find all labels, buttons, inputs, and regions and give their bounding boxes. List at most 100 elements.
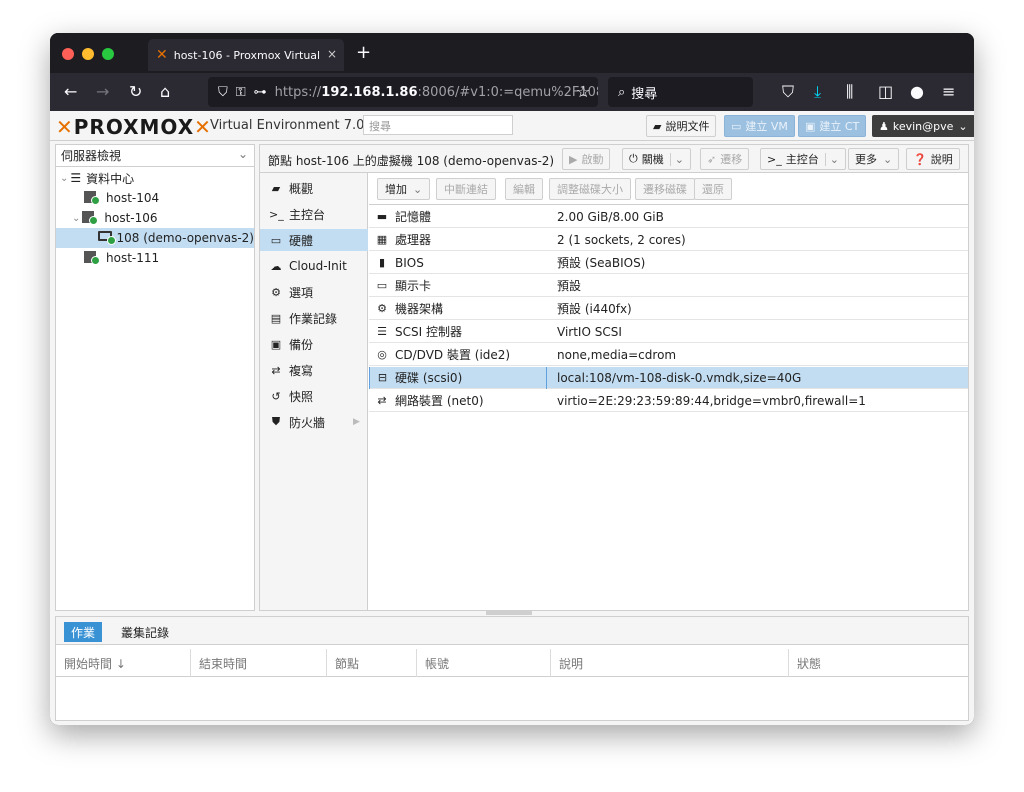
sidebar-icon[interactable]: ◫: [878, 82, 893, 102]
column-end-time[interactable]: 結束時間: [191, 649, 327, 677]
hdd-icon: ⊟: [369, 366, 395, 389]
library-icon[interactable]: ⫼: [846, 82, 853, 102]
minimize-window-button[interactable]: [82, 48, 94, 60]
migrate-button[interactable]: ➶ 遷移: [700, 148, 750, 170]
more-button[interactable]: 更多 ⌄: [848, 148, 900, 170]
tab-cluster-log[interactable]: 叢集記錄: [114, 622, 176, 642]
column-user[interactable]: 帳號: [417, 649, 551, 677]
collapse-icon[interactable]: ⌄: [72, 213, 80, 224]
task-log-panel: 作業 叢集記錄 開始時間 ↓ 結束時間 節點 帳號 說明 狀態: [55, 616, 969, 721]
bookmark-star-icon[interactable]: ☆: [576, 82, 590, 102]
column-start-time[interactable]: 開始時間 ↓: [56, 649, 191, 677]
hardware-row-display[interactable]: ▭ 顯示卡 預設: [369, 275, 968, 297]
start-button[interactable]: ▶ 啟動: [562, 148, 611, 170]
host-online-icon: [84, 191, 100, 205]
back-icon[interactable]: ←: [64, 82, 77, 102]
tree-item-host-106[interactable]: ⌄ host-106: [56, 208, 254, 228]
column-description[interactable]: 說明: [551, 649, 789, 677]
collapse-icon[interactable]: ⌄: [60, 173, 68, 184]
edit-button[interactable]: 編輯: [505, 178, 543, 200]
create-vm-button[interactable]: ▭ 建立 VM: [724, 115, 795, 137]
menu-item-task-history[interactable]: ▤ 作業記錄: [260, 307, 368, 329]
user-menu-button[interactable]: ♟ kevin@pve ⌄: [872, 115, 974, 137]
chevron-down-icon[interactable]: ⌄: [824, 152, 839, 166]
hardware-row-hard-disk[interactable]: ⊟ 硬碟 (scsi0) local:108/vm-108-disk-0.vmdk,…: [369, 366, 968, 389]
menu-item-label: 備份: [289, 337, 314, 352]
column-status[interactable]: 狀態: [789, 649, 968, 677]
close-window-button[interactable]: [62, 48, 74, 60]
browser-titlebar: ✕ host-106 - Proxmox Virtual Envi × +: [50, 33, 974, 73]
chevron-down-icon: ⌄: [883, 152, 893, 166]
chevron-down-icon[interactable]: ⌄: [669, 152, 684, 166]
hardware-row-cdrom[interactable]: ◎ CD/DVD 裝置 (ide2) none,media=cdrom: [369, 344, 968, 366]
floppy-icon: ▣: [270, 337, 282, 351]
tab-close-icon[interactable]: ×: [327, 47, 337, 61]
shield-icon[interactable]: ⛉: [218, 85, 228, 100]
help-button[interactable]: ❓ 說明: [906, 148, 960, 170]
browser-tab[interactable]: ✕ host-106 - Proxmox Virtual Envi ×: [148, 39, 344, 71]
tree-item-datacenter[interactable]: ⌄ ☰ 資料中心: [56, 168, 254, 188]
menu-item-console[interactable]: >_ 主控台: [260, 203, 368, 225]
tree-item-label: 108 (demo-openvas-2): [116, 231, 254, 245]
vm-running-icon: [98, 231, 116, 245]
home-icon[interactable]: ⌂: [160, 82, 170, 102]
hardware-value: none,media=cdrom: [557, 347, 677, 362]
proxmox-x-icon: ✕: [56, 115, 74, 139]
menu-item-hardware[interactable]: ▭ 硬體: [260, 229, 368, 251]
address-bar[interactable]: ⛉ ⚿ ⊶ https://192.168.1.86:8006/#v1:0:=q…: [208, 77, 598, 107]
book-icon: ▰: [653, 119, 662, 133]
hardware-value: 預設 (SeaBIOS): [557, 255, 646, 270]
hardware-row-network[interactable]: ⇄ 網路裝置 (net0) virtio=2E:29:23:59:89:44,bri…: [369, 390, 968, 412]
menu-item-snapshots[interactable]: ↺ 快照: [260, 385, 368, 407]
header-search-input[interactable]: 搜尋: [363, 115, 513, 135]
console-button[interactable]: >_ 主控台 ⌄: [760, 148, 846, 170]
shutdown-button[interactable]: ⏻ 關機 ⌄: [622, 148, 691, 170]
move-disk-button[interactable]: 遷移磁碟: [635, 178, 695, 200]
hardware-key: 機器架構: [395, 302, 444, 316]
account-icon[interactable]: ●: [910, 82, 924, 102]
hardware-value: VirtIO SCSI: [557, 324, 622, 339]
create-ct-button[interactable]: ▣ 建立 CT: [798, 115, 867, 137]
splitter-handle[interactable]: [486, 611, 532, 615]
menu-item-replication[interactable]: ⇄ 複寫: [260, 359, 368, 381]
tree-item-vm-108[interactable]: 108 (demo-openvas-2): [56, 228, 254, 248]
terminal-icon: >_: [269, 207, 284, 221]
chevron-right-icon[interactable]: ▶: [353, 417, 360, 427]
resize-disk-button[interactable]: 調整磁碟大小: [549, 178, 631, 200]
permissions-icon[interactable]: ⚿: [236, 85, 246, 100]
hardware-value: 2 (1 sockets, 2 cores): [557, 232, 686, 247]
hardware-row-machine[interactable]: ⚙ 機器架構 預設 (i440fx): [369, 298, 968, 320]
pocket-icon[interactable]: ⛉: [782, 82, 794, 102]
hardware-key: 記憶體: [395, 210, 432, 224]
more-label: 更多: [855, 153, 877, 166]
column-node[interactable]: 節點: [327, 649, 417, 677]
menu-item-backup[interactable]: ▣ 備份: [260, 333, 368, 355]
docs-button[interactable]: ▰ 說明文件: [646, 115, 717, 137]
play-icon: ▶: [569, 152, 578, 166]
view-selector[interactable]: 伺服器檢視 ⌄: [56, 145, 254, 167]
hardware-key: CD/DVD 裝置 (ide2): [395, 348, 511, 362]
menu-item-cloud-init[interactable]: ☁ Cloud-Init: [260, 255, 368, 277]
download-icon[interactable]: ⤓: [814, 82, 821, 102]
reload-icon[interactable]: ↻: [129, 82, 142, 102]
menu-item-firewall[interactable]: ⛊ 防火牆 ▶: [260, 411, 368, 433]
new-tab-button[interactable]: +: [356, 42, 371, 63]
hardware-row-memory[interactable]: ▬ 記憶體 2.00 GiB/8.00 GiB: [369, 206, 968, 228]
cube-icon: ▣: [805, 119, 816, 133]
maximize-window-button[interactable]: [102, 48, 114, 60]
revert-button[interactable]: 還原: [694, 178, 732, 200]
add-button[interactable]: 增加 ⌄: [377, 178, 431, 200]
hardware-row-cpu[interactable]: ▦ 處理器 2 (1 sockets, 2 cores): [369, 229, 968, 251]
menu-item-summary[interactable]: ▰ 概觀: [260, 177, 368, 199]
tab-tasks[interactable]: 作業: [64, 622, 103, 642]
tree-item-host-104[interactable]: host-104: [56, 188, 254, 208]
tree-item-host-111[interactable]: host-111: [56, 248, 254, 268]
forward-icon[interactable]: →: [96, 82, 109, 102]
detach-button[interactable]: 中斷連結: [436, 178, 496, 200]
hardware-row-bios[interactable]: ▮ BIOS 預設 (SeaBIOS): [369, 252, 968, 274]
menu-item-options[interactable]: ⚙ 選項: [260, 281, 368, 303]
menu-icon[interactable]: ≡: [942, 82, 955, 102]
browser-search-field[interactable]: ⌕ 搜尋: [608, 77, 753, 107]
hardware-row-scsi-controller[interactable]: ☰ SCSI 控制器 VirtIO SCSI: [369, 321, 968, 343]
migrate-label: 遷移: [720, 153, 743, 166]
